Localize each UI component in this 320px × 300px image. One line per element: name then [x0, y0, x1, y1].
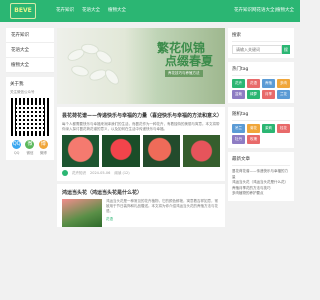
- social-wechat[interactable]: 微 微信: [25, 140, 35, 156]
- article-images: [62, 135, 220, 167]
- social-weibo-label: 微博: [39, 151, 47, 155]
- search-button[interactable]: 搜: [281, 45, 290, 54]
- sidebar-item-plants[interactable]: 植物大全: [6, 58, 54, 73]
- tag-item[interactable]: 吊兰: [232, 124, 245, 133]
- random-tags-card: 随机tag 吊兰 菊花 茉莉 桂花 牡丹 玫瑰: [228, 107, 294, 148]
- tag-item[interactable]: 养殖: [262, 79, 275, 88]
- tag-item[interactable]: 兰花: [277, 90, 290, 99]
- search-box: 搜: [232, 45, 290, 54]
- site-tagline: 花卉知识网花语大全|植物大全: [233, 8, 294, 13]
- category-list: 花卉知识 花语大全 植物大全: [6, 28, 54, 73]
- hot-tags: 花卉 花语 养殖 多肉 盆栽 绿萝 月季 兰花: [232, 79, 290, 99]
- qr-code: [11, 98, 49, 136]
- search-input[interactable]: [232, 45, 282, 54]
- main-nav: 花卉知识 花语大全 植物大全: [56, 0, 126, 22]
- tag-item[interactable]: 多肉: [277, 79, 290, 88]
- top-navbar: BEVE 花卉知识 花语大全 植物大全 花卉知识网花语大全|植物大全: [0, 0, 300, 22]
- banner-title: 繁花似锦 点缀春夏: [157, 42, 213, 68]
- flower-thumbnail[interactable]: [102, 135, 140, 167]
- latest-articles-card: 最新文章 昙花荷花谱——传递快乐与幸福的力量 鸿运当头花（鸿运当头花是什么花） …: [228, 152, 294, 201]
- sidebar-item-flower-knowledge[interactable]: 花卉知识: [6, 28, 54, 43]
- article-thumbnail[interactable]: [62, 199, 102, 227]
- random-tags: 吊兰 菊花 茉莉 桂花 牡丹 玫瑰: [232, 124, 290, 144]
- nav-flower-language[interactable]: 花语大全: [82, 0, 100, 22]
- wechat-icon: 微: [25, 140, 35, 149]
- left-sidebar: 花卉知识 花语大全 植物大全 关于我 关注微信公众号 QQ QQ 微 微信 博 …: [6, 28, 54, 160]
- tag-item[interactable]: 玫瑰: [247, 135, 260, 144]
- tag-item[interactable]: 绿萝: [247, 90, 260, 99]
- article-title[interactable]: 鸿运当头花（鸿运当头花是什么花）: [62, 189, 220, 196]
- list-item[interactable]: 多肉植物的养护要点: [232, 191, 290, 197]
- right-sidebar: 搜索 搜 热门tag 花卉 花语 养殖 多肉 盆栽 绿萝 月季 兰花 随机tag…: [228, 28, 294, 205]
- tag-item[interactable]: 花卉: [232, 79, 245, 88]
- hot-tags-title: 热门tag: [232, 66, 290, 76]
- banner-title-line2: 点缀春夏: [165, 54, 214, 68]
- tag-item[interactable]: 桂花: [277, 124, 290, 133]
- article-title[interactable]: 昙花荷花谱——传递快乐与幸福的力量（喜迎快乐与幸福的方法和意义）: [62, 112, 220, 119]
- nav-flower-knowledge[interactable]: 花卉知识: [56, 0, 74, 22]
- author-avatar: [62, 170, 68, 176]
- sidebar-item-flower-language[interactable]: 花语大全: [6, 43, 54, 58]
- tag-item[interactable]: 菊花: [247, 124, 260, 133]
- nav-plants[interactable]: 植物大全: [108, 0, 126, 22]
- tag-item[interactable]: 月季: [262, 90, 275, 99]
- tag-item[interactable]: 牡丹: [232, 135, 245, 144]
- article-author[interactable]: 花卉知识: [72, 171, 86, 176]
- site-logo[interactable]: BEVE: [10, 3, 36, 19]
- qq-icon: QQ: [12, 140, 22, 149]
- latest-list: 昙花荷花谱——传递快乐与幸福的力量 鸿运当头花（鸿运当头花是什么花） 养殖月季花…: [232, 169, 290, 197]
- article-date: 2024-05-06: [90, 171, 111, 175]
- social-qq[interactable]: QQ QQ: [12, 140, 22, 156]
- flower-thumbnail[interactable]: [182, 135, 220, 167]
- article-excerpt: 每个人都需要快乐与幸福来润泽我们的生活，而昙花作为一种花卉，有着独特的美丽与寓意…: [62, 122, 220, 131]
- list-item[interactable]: 昙花荷花谱——传递快乐与幸福的力量: [232, 169, 290, 180]
- hot-tags-card: 热门tag 花卉 花语 养殖 多肉 盆栽 绿萝 月季 兰花: [228, 62, 294, 103]
- list-item[interactable]: 鸿运当头花（鸿运当头花是什么花）: [232, 180, 290, 186]
- article-meta: 花卉知识 2024-05-06 阅读 (12): [62, 170, 220, 176]
- main-content: 繁花似锦 点缀春夏 养花技巧与养殖方法 昙花荷花谱——传递快乐与幸福的力量（喜迎…: [57, 28, 225, 227]
- flower-thumbnail[interactable]: [142, 135, 180, 167]
- tag-item[interactable]: 盆栽: [232, 90, 245, 99]
- hero-banner[interactable]: 繁花似锦 点缀春夏 养花技巧与养殖方法: [57, 28, 225, 104]
- about-card: 关于我 关注微信公众号 QQ QQ 微 微信 博 微博: [6, 77, 54, 160]
- about-title: 关于我: [10, 82, 24, 87]
- latest-title: 最新文章: [232, 156, 290, 166]
- article-card: 昙花荷花谱——传递快乐与幸福的力量（喜迎快乐与幸福的方法和意义） 每个人都需要快…: [57, 107, 225, 181]
- tag-item[interactable]: 茉莉: [262, 124, 275, 133]
- social-weibo[interactable]: 博 微博: [38, 140, 48, 156]
- weibo-icon: 博: [38, 140, 48, 149]
- banner-subtitle: 养花技巧与养殖方法: [165, 70, 203, 77]
- social-links: QQ QQ 微 微信 博 微博: [10, 140, 50, 156]
- about-text: 关注微信公众号: [10, 90, 35, 94]
- social-wechat-label: 微信: [26, 151, 34, 155]
- flower-illustration: [63, 42, 122, 100]
- article-views: 阅读 (12): [114, 170, 130, 175]
- search-title: 搜索: [232, 32, 290, 42]
- search-card: 搜索 搜: [228, 28, 294, 58]
- flower-thumbnail[interactable]: [62, 135, 100, 167]
- social-qq-label: QQ: [13, 151, 20, 155]
- tag-item[interactable]: 花语: [247, 79, 260, 88]
- random-tags-title: 随机tag: [232, 111, 290, 121]
- article-card: 鸿运当头花（鸿运当头花是什么花） 鸿运当头花是一种常见的花卉植物，它的颜色鲜艳，…: [57, 184, 225, 227]
